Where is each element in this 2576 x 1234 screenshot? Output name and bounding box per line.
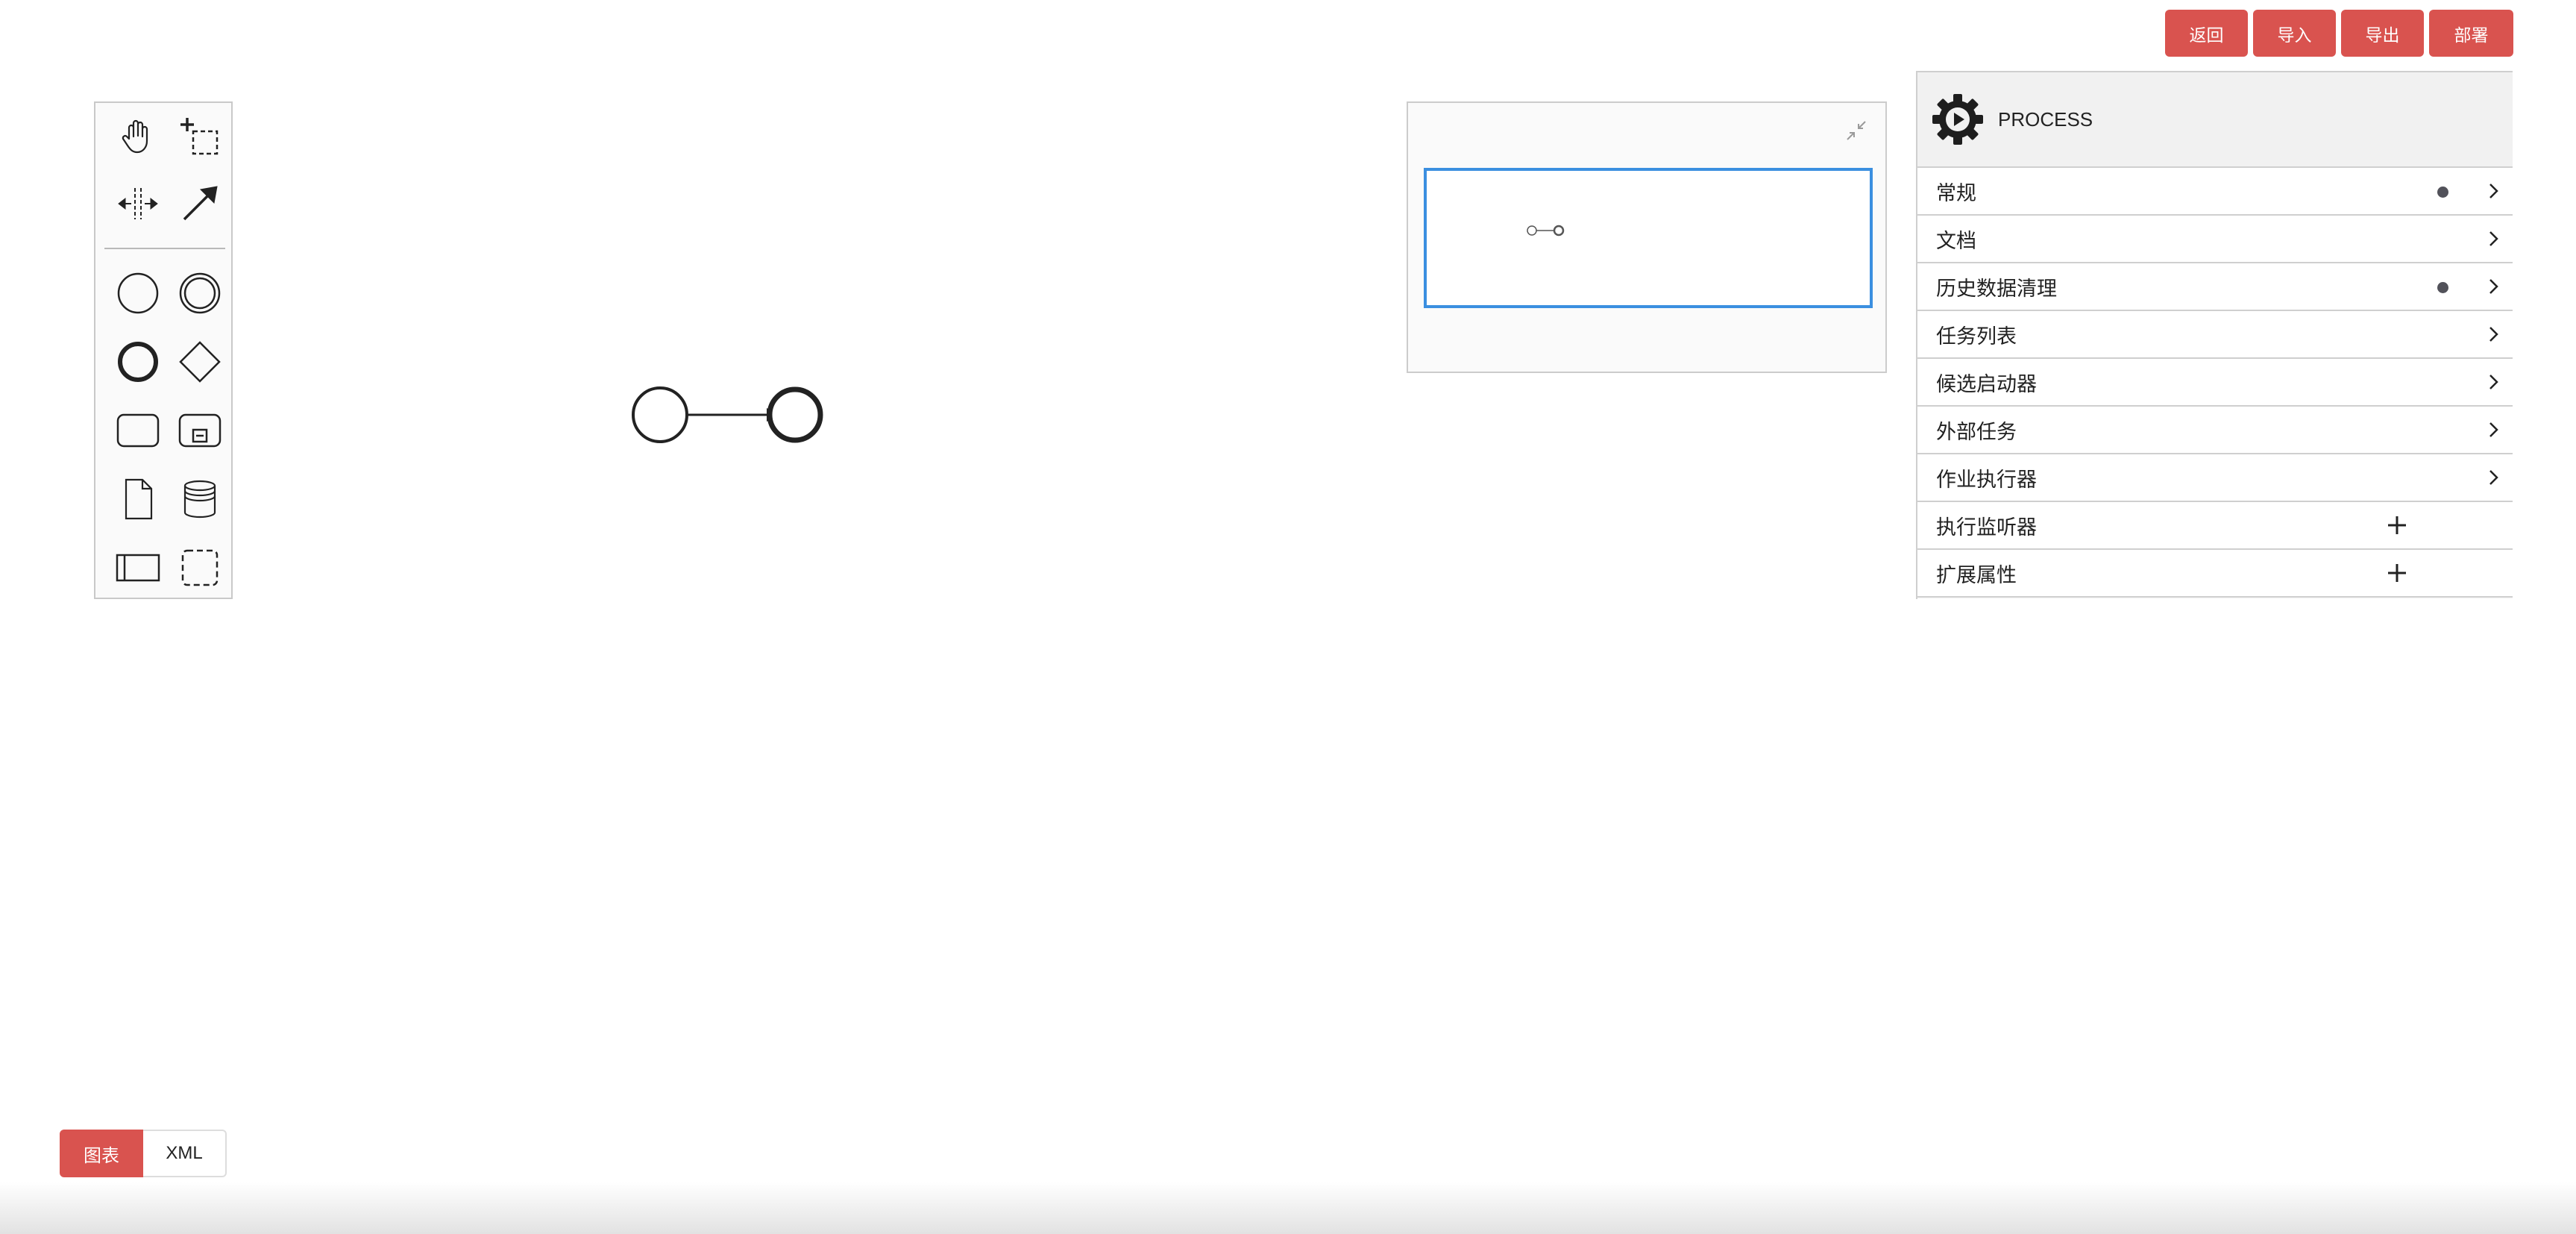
import-button[interactable]: 导入 — [2253, 10, 2336, 57]
group-label: 扩展属性 — [1936, 563, 2017, 587]
element-type-label: PROCESS — [1998, 107, 2093, 131]
group-icon[interactable] — [174, 542, 226, 594]
task-icon[interactable] — [112, 404, 164, 457]
chevron-right-icon — [2489, 231, 2498, 246]
lasso-tool-icon[interactable] — [174, 110, 226, 163]
window-bottom-edge — [0, 1182, 2576, 1234]
participant-pool-icon[interactable] — [112, 542, 164, 594]
minimap-diagram-preview — [1527, 225, 1565, 237]
export-button[interactable]: 导出 — [2341, 10, 2424, 57]
chevron-right-icon — [2489, 184, 2498, 198]
group-label: 执行监听器 — [1936, 516, 2037, 539]
group-history-cleanup[interactable]: 历史数据清理 — [1917, 263, 2513, 311]
group-label: 作业执行器 — [1936, 468, 2037, 492]
space-tool-icon[interactable] — [112, 178, 164, 230]
chevron-right-icon — [2489, 422, 2498, 437]
chevron-right-icon — [2489, 327, 2498, 342]
group-candidate-starter[interactable]: 候选启动器 — [1917, 359, 2513, 407]
subprocess-icon[interactable] — [174, 404, 226, 457]
hand-tool-icon[interactable] — [112, 110, 164, 163]
group-label: 历史数据清理 — [1936, 277, 2057, 301]
end-event[interactable] — [767, 386, 823, 443]
minimap-collapse-icon[interactable] — [1844, 118, 1869, 143]
group-label: 文档 — [1936, 229, 1976, 253]
group-execution-listeners[interactable]: 执行监听器 — [1917, 502, 2513, 550]
chevron-right-icon — [2489, 470, 2498, 485]
process-diagram — [632, 386, 823, 443]
end-event-icon[interactable] — [112, 336, 164, 388]
tab-xml[interactable]: XML — [143, 1130, 227, 1177]
view-tabs: 图表 XML — [60, 1130, 227, 1177]
data-indicator-dot — [2437, 187, 2448, 198]
tab-diagram[interactable]: 图表 — [60, 1130, 143, 1177]
intermediate-event-icon[interactable] — [174, 267, 226, 319]
data-store-icon[interactable] — [174, 473, 226, 525]
gateway-icon[interactable] — [174, 336, 226, 388]
top-toolbar: 返回 导入 导出 部署 — [2165, 10, 2513, 57]
tool-palette — [94, 101, 233, 599]
minimap-viewport[interactable] — [1424, 168, 1873, 308]
data-indicator-dot — [2437, 282, 2448, 293]
data-object-icon[interactable] — [112, 473, 164, 525]
chevron-right-icon — [2489, 375, 2498, 389]
group-external-task[interactable]: 外部任务 — [1917, 407, 2513, 454]
group-documentation[interactable]: 文档 — [1917, 216, 2513, 263]
group-label: 任务列表 — [1936, 325, 2017, 348]
start-event[interactable] — [632, 386, 688, 443]
minimap — [1407, 101, 1887, 373]
group-extension-properties[interactable]: 扩展属性 — [1917, 550, 2513, 598]
start-event-icon[interactable] — [112, 267, 164, 319]
group-label: 外部任务 — [1936, 420, 2017, 444]
global-connect-tool-icon[interactable] — [174, 178, 226, 230]
group-tasklist[interactable]: 任务列表 — [1917, 311, 2513, 359]
back-button[interactable]: 返回 — [2165, 10, 2248, 57]
add-icon[interactable] — [2386, 514, 2408, 536]
chevron-right-icon — [2489, 279, 2498, 294]
group-job-execution[interactable]: 作业执行器 — [1917, 454, 2513, 502]
process-gear-icon — [1932, 94, 1983, 145]
properties-header: PROCESS — [1917, 72, 2513, 168]
add-icon[interactable] — [2386, 562, 2408, 584]
group-label: 常规 — [1936, 181, 1976, 205]
palette-separator — [104, 248, 225, 249]
bpmn-modeler: 返回 导入 导出 部署 PROCESS 常规 文档 历史数据清理 任务列表 候选… — [0, 0, 2576, 1234]
group-general[interactable]: 常规 — [1917, 168, 2513, 216]
properties-panel: PROCESS 常规 文档 历史数据清理 任务列表 候选启动器 外部任务 作业执… — [1916, 71, 2513, 599]
sequence-flow[interactable] — [688, 408, 779, 422]
group-label: 候选启动器 — [1936, 372, 2037, 396]
deploy-button[interactable]: 部署 — [2429, 10, 2513, 57]
